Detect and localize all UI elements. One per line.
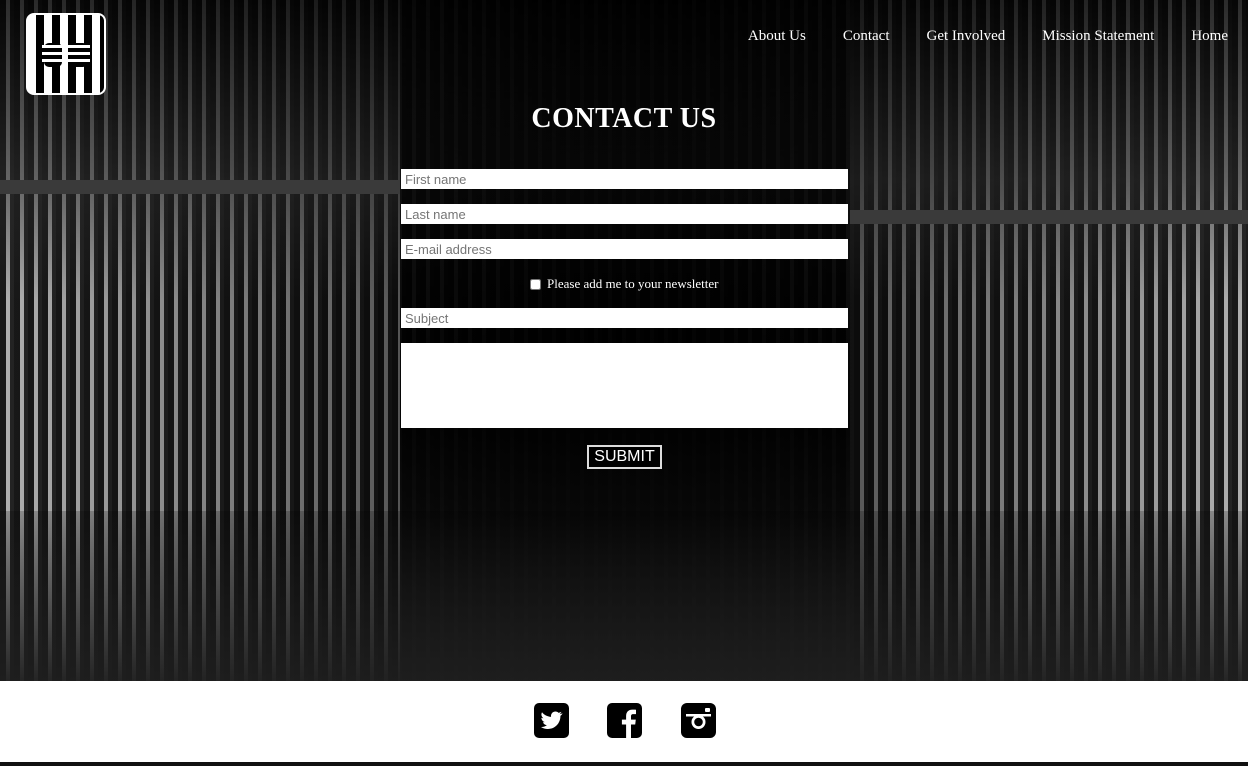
message-textarea[interactable] [401, 343, 848, 428]
hands-behind-bars-icon [42, 43, 90, 67]
nav-item-get-involved[interactable]: Get Involved [927, 28, 1006, 45]
page-title: CONTACT US [531, 103, 717, 134]
left-tier [0, 180, 400, 194]
footer-divider [0, 762, 1248, 766]
newsletter-checkbox[interactable] [530, 278, 541, 290]
newsletter-option[interactable]: Please add me to your newsletter [530, 276, 718, 292]
facebook-icon [607, 703, 642, 738]
twitter-icon [534, 703, 569, 738]
nav-item-about-us[interactable]: About Us [748, 28, 806, 45]
twitter-link[interactable] [534, 703, 569, 738]
instagram-link[interactable] [681, 703, 716, 738]
main-nav: About Us Contact Get Involved Mission St… [711, 28, 1228, 45]
right-tier [850, 210, 1248, 224]
submit-button[interactable]: SUBMIT [587, 445, 662, 469]
nav-item-mission-statement[interactable]: Mission Statement [1042, 28, 1154, 45]
email-input[interactable] [401, 239, 848, 259]
subject-input[interactable] [401, 308, 848, 328]
floor-shade [0, 511, 1248, 681]
newsletter-label: Please add me to your newsletter [547, 276, 719, 291]
first-name-input[interactable] [401, 169, 848, 189]
facebook-link[interactable] [607, 703, 642, 738]
nav-item-home[interactable]: Home [1191, 28, 1228, 45]
site-logo[interactable] [26, 13, 106, 95]
site-footer [0, 681, 1248, 762]
instagram-icon [681, 703, 716, 738]
last-name-input[interactable] [401, 204, 848, 224]
nav-item-contact[interactable]: Contact [843, 28, 890, 45]
